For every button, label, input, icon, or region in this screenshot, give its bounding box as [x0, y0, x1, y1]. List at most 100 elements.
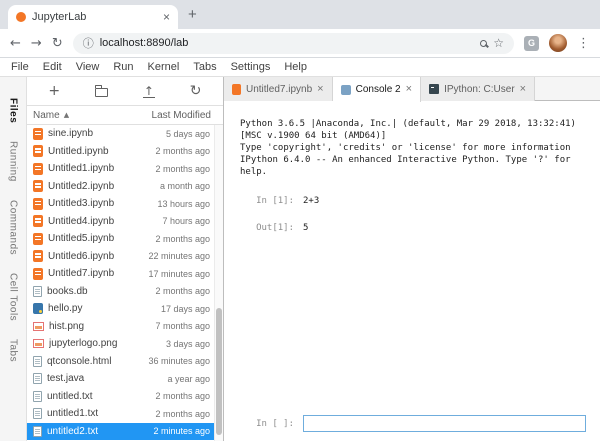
- file-modified: 22 minutes ago: [148, 251, 210, 261]
- menu-settings[interactable]: Settings: [224, 61, 278, 73]
- menu-run[interactable]: Run: [106, 61, 140, 73]
- tab-label: Console 2: [356, 84, 401, 95]
- browser-menu-icon[interactable]: ⋮: [577, 36, 590, 51]
- site-info-icon[interactable]: ⓘ: [83, 35, 94, 51]
- console-icon: [341, 85, 351, 95]
- banner-line: IPython 6.4.0 -- An enhanced Interactive…: [240, 154, 588, 166]
- file-name: jupyterlogo.png: [49, 338, 161, 349]
- file-row[interactable]: Untitled5.ipynb 2 months ago: [27, 230, 214, 248]
- file-name: Untitled1.ipynb: [48, 163, 150, 174]
- tab-untitled7-notebook[interactable]: Untitled7.ipynb ×: [224, 77, 333, 101]
- refresh-icon[interactable]: ↻: [190, 84, 202, 98]
- new-launcher-button[interactable]: +: [48, 84, 60, 98]
- extension-badge[interactable]: G: [524, 36, 539, 51]
- sidebar-tab-tabs[interactable]: Tabs: [1, 330, 26, 371]
- banner-line: [MSC v.1900 64 bit (AMD64)]: [240, 130, 588, 142]
- url-text: localhost:8890/lab: [100, 37, 475, 49]
- close-icon[interactable]: ×: [520, 84, 526, 95]
- file-row[interactable]: untitled1.txt 2 months ago: [27, 405, 214, 423]
- menu-view[interactable]: View: [69, 61, 107, 73]
- sidebar-tab-running[interactable]: Running: [1, 132, 26, 191]
- menu-help[interactable]: Help: [277, 61, 314, 73]
- file-list-scrollbar[interactable]: [214, 125, 223, 441]
- close-icon[interactable]: ×: [406, 84, 412, 95]
- file-row[interactable]: hist.png 7 months ago: [27, 318, 214, 336]
- scrollbar-thumb[interactable]: [216, 308, 222, 434]
- file-modified: 36 minutes ago: [148, 356, 210, 366]
- file-modified: 3 days ago: [166, 339, 210, 349]
- browser-tab[interactable]: JupyterLab ×: [8, 5, 178, 29]
- file-name: qtconsole.html: [47, 356, 143, 367]
- file-row[interactable]: hello.py 17 days ago: [27, 300, 214, 318]
- close-icon[interactable]: ×: [317, 84, 323, 95]
- sidebar-tab-commands[interactable]: Commands: [1, 191, 26, 264]
- file-row[interactable]: Untitled.ipynb 2 months ago: [27, 143, 214, 161]
- banner-line: Python 3.6.5 |Anaconda, Inc.| (default, …: [240, 118, 588, 130]
- new-tab-button[interactable]: +: [188, 7, 197, 22]
- file-row[interactable]: Untitled6.ipynb 22 minutes ago: [27, 248, 214, 266]
- notebook-icon: [232, 84, 241, 95]
- file-modified: a month ago: [160, 181, 210, 191]
- pending-input-prompt: In [ ]:: [240, 418, 294, 430]
- sort-ascending-icon[interactable]: ▲: [64, 111, 69, 119]
- input-prompt: In [1]:: [240, 195, 294, 207]
- file-list: sine.ipynb 5 days ago Untitled.ipynb 2 m…: [27, 125, 223, 441]
- file-row[interactable]: jupyterlogo.png 3 days ago: [27, 335, 214, 353]
- file-row[interactable]: Untitled7.ipynb 17 minutes ago: [27, 265, 214, 283]
- menu-file[interactable]: File: [4, 61, 36, 73]
- profile-avatar[interactable]: [549, 34, 567, 52]
- menu-edit[interactable]: Edit: [36, 61, 69, 73]
- file-name: books.db: [47, 286, 150, 297]
- jupyterlab-browser-window: JupyterLab × + ← → ↻ ⓘ localhost:8890/la…: [0, 0, 600, 441]
- tab-ipython-terminal[interactable]: IPython: C:User ×: [421, 77, 535, 101]
- file-row[interactable]: books.db 2 months ago: [27, 283, 214, 301]
- file-name: untitled.txt: [47, 391, 150, 402]
- file-row[interactable]: Untitled4.ipynb 7 hours ago: [27, 213, 214, 231]
- file-list-header: Name ▲ Last Modified: [27, 106, 223, 125]
- close-tab-icon[interactable]: ×: [163, 11, 170, 23]
- file-row[interactable]: Untitled3.ipynb 13 hours ago: [27, 195, 214, 213]
- back-icon[interactable]: ←: [10, 37, 21, 50]
- output-value: 5: [303, 222, 308, 234]
- column-last-modified[interactable]: Last Modified: [152, 110, 211, 121]
- file-row[interactable]: Untitled2.ipynb a month ago: [27, 178, 214, 196]
- left-sidebar-strip: Files Running Commands Cell Tools Tabs: [0, 77, 27, 441]
- console-panel[interactable]: Python 3.6.5 |Anaconda, Inc.| (default, …: [224, 101, 600, 441]
- address-bar[interactable]: ⓘ localhost:8890/lab ☆: [73, 33, 514, 54]
- sidebar-tab-files[interactable]: Files: [1, 89, 26, 132]
- notebook-icon: [33, 250, 43, 262]
- file-modified: 7 months ago: [155, 321, 210, 331]
- file-row[interactable]: test.java a year ago: [27, 370, 214, 388]
- banner-line: Type 'copyright', 'credits' or 'license'…: [240, 142, 588, 154]
- input-code: 2+3: [303, 195, 319, 207]
- file-row[interactable]: untitled.txt 2 months ago: [27, 388, 214, 406]
- python-file-icon: [33, 303, 43, 314]
- column-name[interactable]: Name: [33, 110, 60, 121]
- file-name: untitled1.txt: [47, 408, 150, 419]
- file-row[interactable]: qtconsole.html 36 minutes ago: [27, 353, 214, 371]
- file-row-selected[interactable]: untitled2.txt 2 minutes ago: [27, 423, 214, 441]
- sidebar-tab-cell-tools[interactable]: Cell Tools: [1, 264, 26, 330]
- file-row[interactable]: Untitled1.ipynb 2 months ago: [27, 160, 214, 178]
- file-name: Untitled4.ipynb: [48, 216, 157, 227]
- tab-console-2[interactable]: Console 2 ×: [333, 77, 421, 102]
- file-row[interactable]: sine.ipynb 5 days ago: [27, 125, 214, 143]
- bookmark-star-icon[interactable]: ☆: [493, 36, 504, 50]
- reload-icon[interactable]: ↻: [52, 37, 63, 50]
- tab-label: Untitled7.ipynb: [246, 84, 312, 95]
- console-code-input[interactable]: [303, 415, 586, 432]
- upload-icon[interactable]: ↑: [143, 85, 155, 98]
- new-folder-icon[interactable]: [95, 88, 108, 97]
- forward-icon[interactable]: →: [31, 37, 42, 50]
- file-modified: a year ago: [167, 374, 210, 384]
- browser-tab-strip: JupyterLab × +: [0, 0, 600, 29]
- menu-kernel[interactable]: Kernel: [141, 61, 187, 73]
- search-icon[interactable]: [480, 40, 487, 47]
- notebook-icon: [33, 180, 43, 192]
- file-name: Untitled.ipynb: [48, 146, 150, 157]
- output-prompt: Out[1]:: [240, 222, 294, 234]
- file-name: test.java: [47, 373, 162, 384]
- menu-tabs[interactable]: Tabs: [186, 61, 223, 73]
- file-name: hello.py: [48, 303, 156, 314]
- file-name: hist.png: [49, 321, 150, 332]
